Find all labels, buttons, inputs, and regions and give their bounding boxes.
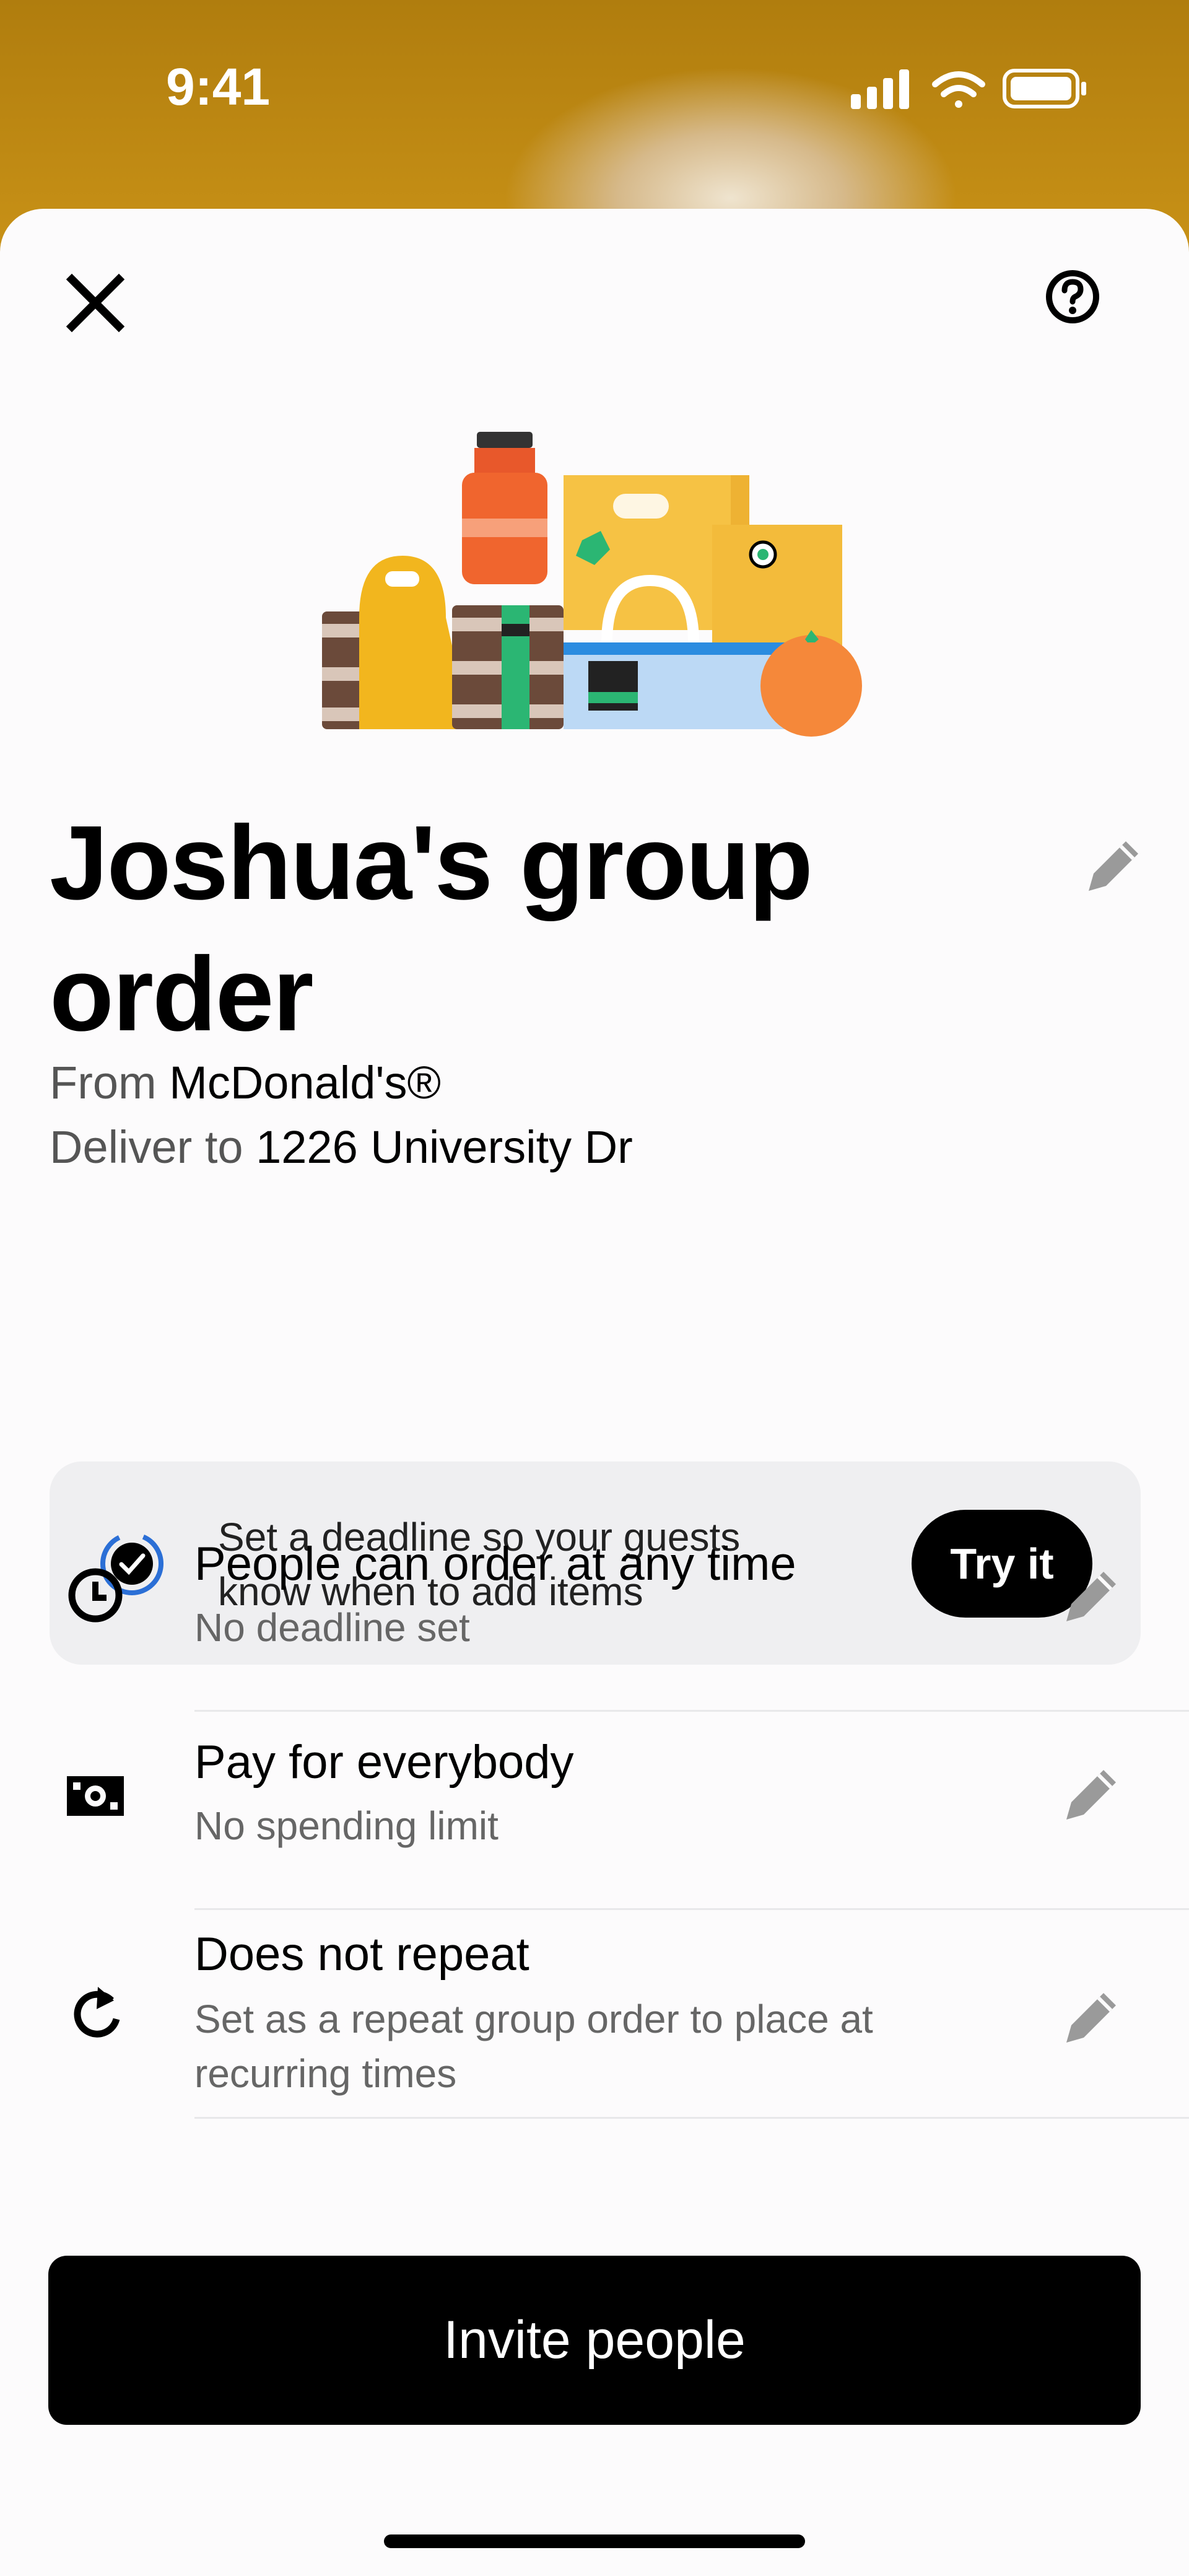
setting-title-repeat: Does not repeat <box>194 1928 529 1981</box>
home-indicator <box>384 2534 805 2548</box>
edit-repeat-icon[interactable] <box>1058 1983 1126 2051</box>
setting-title-deadline: People can order at any time <box>194 1538 796 1590</box>
setting-row-repeat[interactable]: Does not repeat Set as a repeat group or… <box>0 1910 1189 2158</box>
setting-row-deadline[interactable]: People can order at any time No deadline… <box>0 1514 1189 1712</box>
deliver-label: Deliver to <box>50 1121 243 1173</box>
delivery-address: 1226 University Dr <box>256 1121 633 1173</box>
status-icons <box>851 69 1086 109</box>
clock-icon <box>68 1568 123 1623</box>
close-icon[interactable] <box>64 272 126 334</box>
battery-icon <box>1003 69 1086 108</box>
deliver-line: Deliver to 1226 University Dr <box>50 1121 633 1173</box>
setting-subtitle-deadline: No deadline set <box>194 1605 470 1650</box>
status-time: 9:41 <box>166 58 271 116</box>
repeat-icon <box>74 1987 120 2038</box>
group-order-sheet: Joshua's group order From McDonald's® De… <box>0 209 1189 2576</box>
signal-icon <box>851 69 909 109</box>
setting-subtitle-payment: No spending limit <box>194 1803 499 1848</box>
setting-subtitle-repeat: Set as a repeat group order to place at … <box>194 1997 873 2096</box>
invite-people-button[interactable]: Invite people <box>48 2256 1141 2425</box>
from-line: From McDonald's® <box>50 1056 441 1109</box>
setting-title-payment: Pay for everybody <box>194 1736 574 1789</box>
status-bar: 9:41 <box>0 0 1189 173</box>
edit-deadline-icon[interactable] <box>1058 1562 1126 1630</box>
group-food-illustration <box>322 432 862 737</box>
page-title: Joshua's group order <box>50 804 813 1053</box>
cash-icon <box>67 1776 124 1816</box>
edit-title-icon[interactable] <box>1080 831 1148 900</box>
from-label: From <box>50 1057 157 1108</box>
help-icon[interactable] <box>1044 268 1101 325</box>
edit-payment-icon[interactable] <box>1058 1760 1126 1828</box>
restaurant-name: McDonald's® <box>169 1057 442 1108</box>
setting-row-payment[interactable]: Pay for everybody No spending limit <box>0 1712 1189 1910</box>
wifi-icon <box>932 71 985 108</box>
divider <box>194 2117 1189 2119</box>
